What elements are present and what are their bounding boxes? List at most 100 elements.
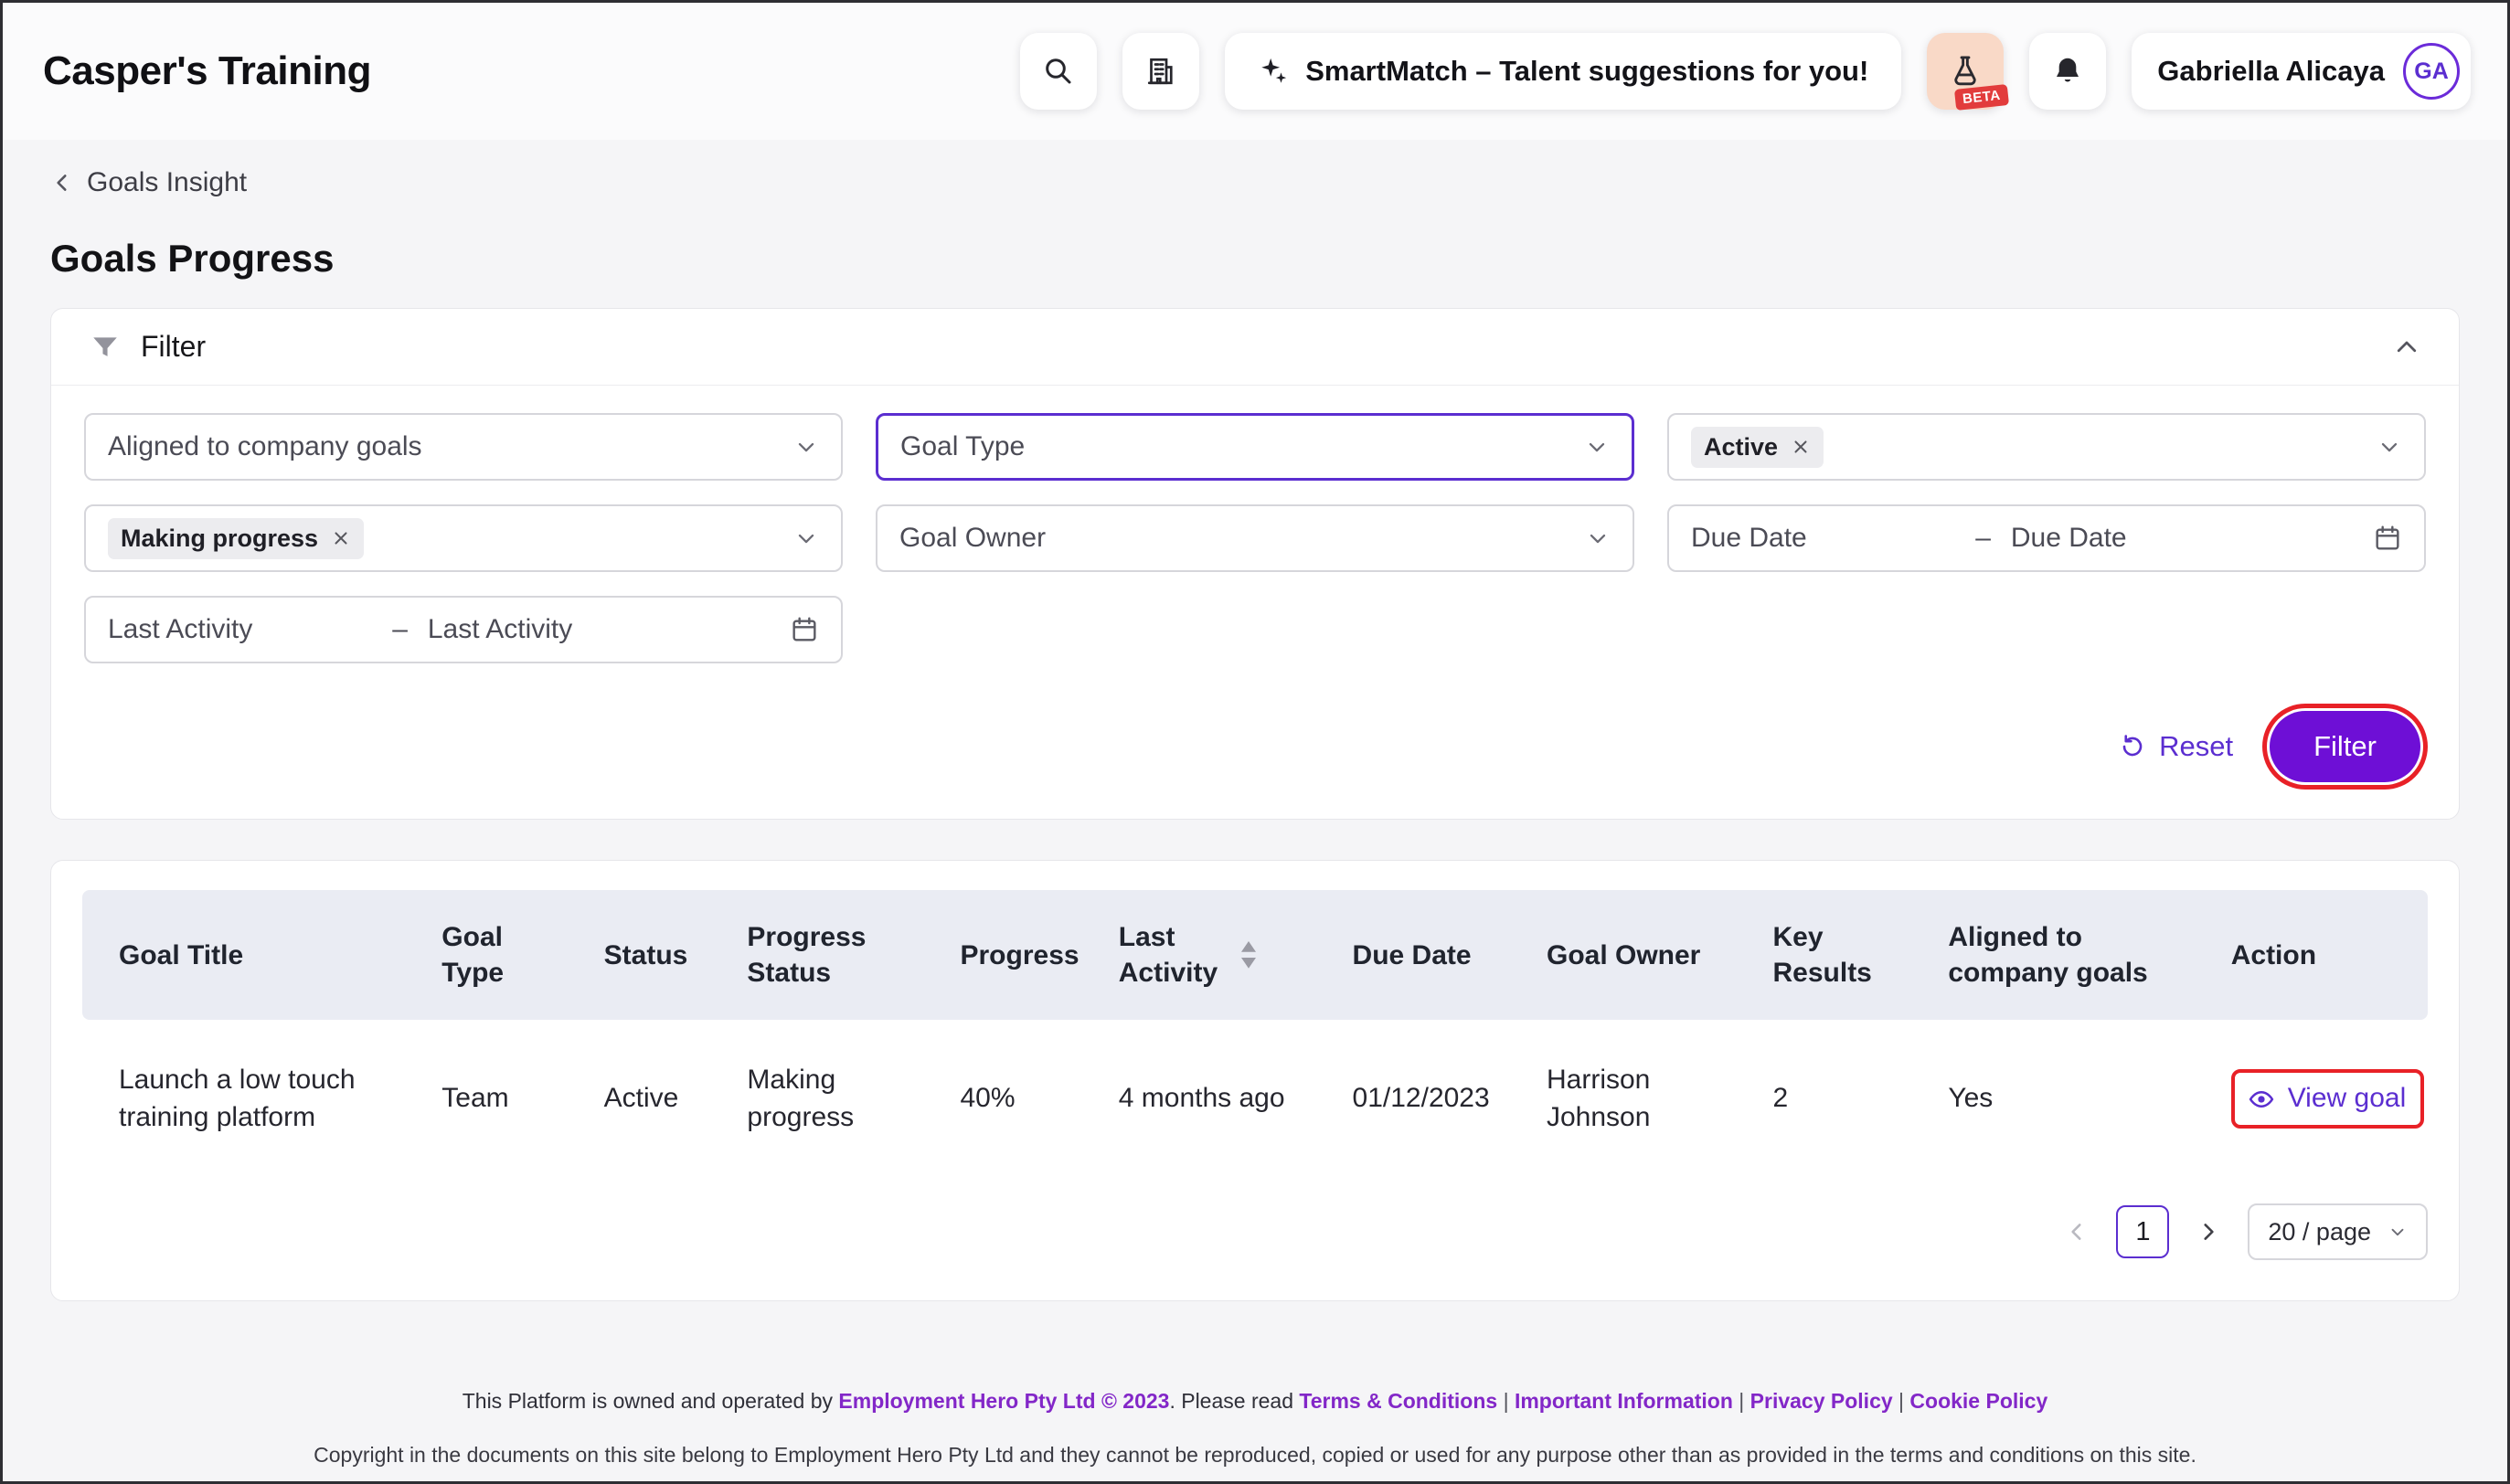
goal-type-select[interactable]: Goal Type [876,413,1634,481]
notifications-button[interactable] [2029,33,2106,110]
last-activity-range-picker[interactable]: Last Activity – Last Activity [84,596,843,663]
cell-aligned: Yes [1928,1020,2210,1163]
chevron-down-icon [793,525,819,551]
profile-menu[interactable]: Gabriella Alicaya GA [2132,33,2471,110]
organisation-button[interactable] [1122,33,1199,110]
filter-panel-body: Aligned to company goals Goal Type Activ… [51,386,2459,819]
top-bar: Casper's Training [3,3,2507,140]
footer-line-2: Copyright in the documents on this site … [3,1439,2507,1471]
previous-page-button[interactable] [2059,1214,2094,1249]
next-page-button[interactable] [2191,1214,2226,1249]
due-date-range-picker[interactable]: Due Date – Due Date [1667,504,2426,572]
user-name: Gabriella Alicaya [2157,55,2385,88]
flask-icon [1948,54,1983,89]
chevron-down-icon [793,434,819,460]
goals-table: Goal Title Goal Type Status Progress Sta… [82,890,2428,1163]
calendar-icon [2373,524,2402,553]
current-page-button[interactable]: 1 [2116,1205,2169,1258]
due-date-end-input[interactable]: Due Date [2011,523,2373,554]
privacy-policy-link[interactable]: Privacy Policy [1750,1389,1893,1413]
footer-text: This Platform is owned and operated by [463,1389,839,1413]
table-row: Launch a low touch training platform Tea… [82,1020,2428,1163]
separator: | [1893,1389,1910,1413]
cell-due-date: 01/12/2023 [1333,1020,1526,1163]
cell-goal-owner: Harrison Johnson [1526,1020,1753,1163]
company-link[interactable]: Employment Hero Pty Ltd © 2023 [838,1389,1169,1413]
col-key-results: Key Results [1753,890,1929,1020]
reset-label: Reset [2159,730,2233,763]
col-goal-title: Goal Title [82,890,421,1020]
bell-icon [2051,55,2084,88]
search-button[interactable] [1020,33,1097,110]
col-status: Status [584,890,728,1020]
cell-action: View goal [2211,1020,2428,1163]
col-progress: Progress [941,890,1099,1020]
breadcrumb[interactable]: Goals Insight [50,167,2507,198]
status-tag-chip: Active [1691,427,1824,468]
footer-line-1: This Platform is owned and operated by E… [3,1385,2507,1417]
progress-status-select[interactable]: Making progress [84,504,843,572]
app-title: Casper's Training [43,48,371,94]
col-due-date: Due Date [1333,890,1526,1020]
col-progress-status: Progress Status [727,890,940,1020]
progress-status-tag-chip: Making progress [108,518,364,559]
smartmatch-button[interactable]: SmartMatch – Talent suggestions for you! [1225,33,1901,110]
chevron-down-icon [2388,1222,2408,1242]
sort-icon[interactable] [1239,941,1258,970]
pagination: 1 20 / page [82,1203,2428,1260]
col-aligned: Aligned to company goals [1928,890,2210,1020]
selected-tags: Making progress [108,518,779,559]
page-size-value: 20 / page [2268,1218,2371,1246]
col-last-activity-label: Last Activity [1119,919,1225,991]
view-goal-label: View goal [2288,1080,2407,1118]
reset-button[interactable]: Reset [2119,730,2233,763]
separator: | [1497,1389,1515,1413]
top-bar-actions: SmartMatch – Talent suggestions for you!… [1020,33,2471,110]
cell-key-results: 2 [1753,1020,1929,1163]
col-goal-type: Goal Type [421,890,583,1020]
last-activity-end-input[interactable]: Last Activity [428,614,790,645]
col-action: Action [2211,890,2428,1020]
col-last-activity: Last Activity [1099,890,1333,1020]
avatar: GA [2403,43,2460,100]
filter-panel: Filter Aligned to company goals Goal Typ… [50,308,2460,820]
cookie-policy-link[interactable]: Cookie Policy [1909,1389,2047,1413]
app-window: Casper's Training [0,0,2510,1484]
reset-icon [2119,733,2146,760]
goal-owner-placeholder: Goal Owner [899,523,1570,554]
chevron-down-icon [1585,525,1611,551]
important-information-link[interactable]: Important Information [1515,1389,1733,1413]
filter-submit-button[interactable]: Filter [2270,711,2420,782]
building-icon [1144,55,1177,88]
filter-panel-header[interactable]: Filter [51,309,2459,386]
chevron-left-icon [50,171,74,195]
view-goal-button[interactable]: View goal [2231,1069,2425,1129]
page-title: Goals Progress [50,237,2507,281]
eye-icon [2248,1086,2275,1113]
sparkle-icon [1258,56,1289,87]
remove-tag-icon[interactable] [331,528,351,548]
beta-badge: BETA [1954,84,2009,111]
page-size-select[interactable]: 20 / page [2248,1203,2428,1260]
progress-status-tag-label: Making progress [121,525,318,553]
cell-status: Active [584,1020,728,1163]
goal-owner-select[interactable]: Goal Owner [876,504,1634,572]
cell-progress-status: Making progress [727,1020,940,1163]
status-select[interactable]: Active [1667,413,2426,481]
filter-fields: Aligned to company goals Goal Type Activ… [84,413,2426,663]
goal-type-placeholder: Goal Type [900,431,1569,462]
aligned-select-placeholder: Aligned to company goals [108,431,779,462]
status-tag-label: Active [1704,433,1778,461]
chevron-down-icon [2377,434,2402,460]
terms-link[interactable]: Terms & Conditions [1299,1389,1497,1413]
remove-tag-icon[interactable] [1791,437,1811,457]
last-activity-start-input[interactable]: Last Activity [108,614,392,645]
range-separator: – [1975,523,2011,554]
cell-last-activity: 4 months ago [1099,1020,1333,1163]
due-date-start-input[interactable]: Due Date [1691,523,1975,554]
labs-button[interactable]: BETA [1927,33,2004,110]
goals-table-card: Goal Title Goal Type Status Progress Sta… [50,860,2460,1301]
collapse-filter-icon[interactable] [2393,334,2420,361]
aligned-to-company-goals-select[interactable]: Aligned to company goals [84,413,843,481]
range-separator: – [392,614,428,645]
